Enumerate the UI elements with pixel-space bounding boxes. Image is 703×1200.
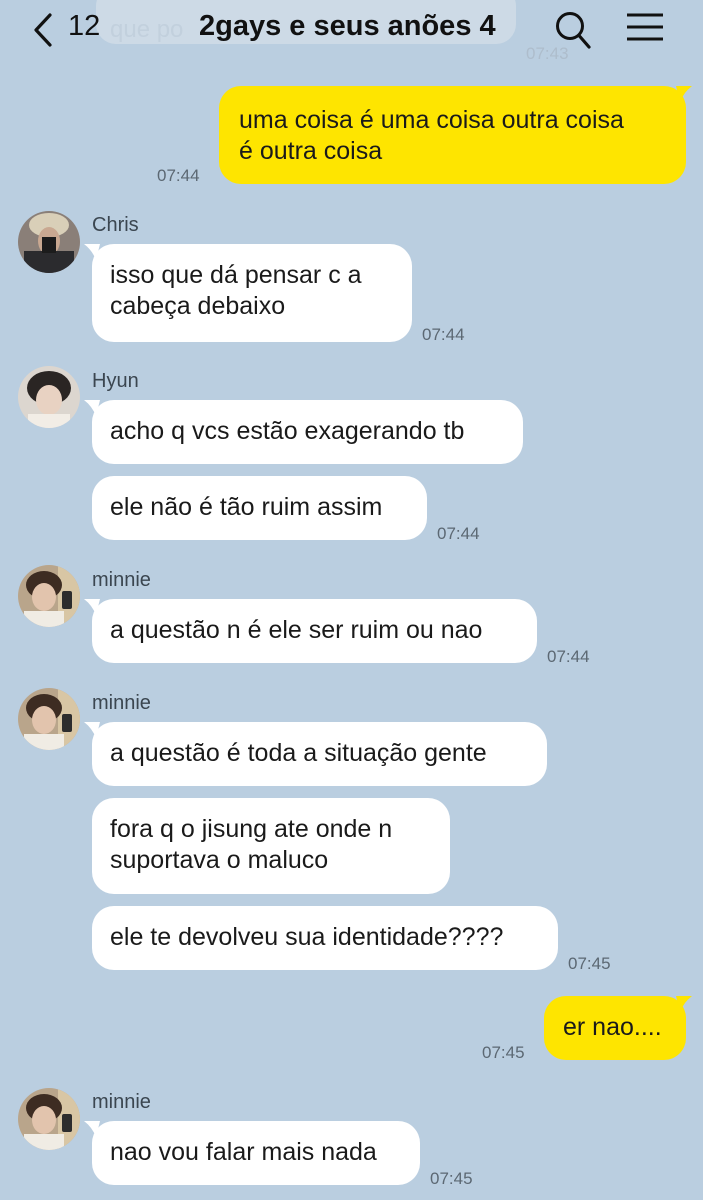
bubble-tail: [676, 996, 692, 1012]
message-time: 07:44: [422, 325, 465, 344]
my-message-bubble[interactable]: er nao....: [544, 996, 686, 1060]
message-time: 07:44: [157, 166, 200, 185]
message-line: acho q vcs estão exagerando tb: [110, 417, 465, 445]
sender-name: minnie: [92, 1091, 151, 1113]
bubble-tail: [84, 244, 100, 260]
avatar-minnie[interactable]: [18, 1088, 80, 1150]
message-bubble[interactable]: isso que dá pensar c a cabeça debaixo: [92, 244, 412, 342]
message-bubble[interactable]: fora q o jisung ate onde n suportava o m…: [92, 798, 450, 894]
message-bubble[interactable]: acho q vcs estão exagerando tb: [92, 400, 523, 464]
chat-header: que po 07:43 12 2gays e seus anões 4: [0, 0, 703, 63]
unread-count[interactable]: 12: [68, 10, 100, 43]
message-line: ele não é tão ruim assim: [110, 493, 383, 521]
message-line: isso que dá pensar c a: [110, 261, 362, 289]
avatar-hyun[interactable]: [18, 366, 80, 428]
message-bubble[interactable]: a questão n é ele ser ruim ou nao: [92, 599, 537, 663]
my-message-bubble[interactable]: uma coisa é uma coisa outra coisa é outr…: [219, 86, 686, 184]
message-time: 07:45: [430, 1169, 473, 1188]
sender-name: Hyun: [92, 370, 139, 392]
avatar-minnie[interactable]: [18, 565, 80, 627]
sender-name: minnie: [92, 692, 151, 714]
message-bubble[interactable]: a questão é toda a situação gente: [92, 722, 547, 786]
message-line: a questão é toda a situação gente: [110, 739, 487, 767]
message-line: fora q o jisung ate onde n: [110, 815, 393, 843]
back-chevron-icon[interactable]: [28, 12, 58, 48]
message-time: 07:45: [482, 1043, 525, 1062]
sender-name: Chris: [92, 214, 139, 236]
message-line: er nao....: [563, 1013, 662, 1041]
message-time: 07:44: [547, 647, 590, 666]
search-icon[interactable]: [554, 10, 592, 50]
scrolled-message-text: que po: [110, 16, 184, 43]
message-line: a questão n é ele ser ruim ou nao: [110, 616, 483, 644]
bubble-tail: [84, 599, 100, 615]
message-line: nao vou falar mais nada: [110, 1138, 377, 1166]
bubble-tail: [84, 722, 100, 738]
chat-title: 2gays e seus anões 4: [199, 10, 496, 42]
message-line: é outra coisa: [239, 137, 383, 165]
bubble-tail: [84, 400, 100, 416]
message-time: 07:44: [437, 524, 480, 543]
avatar-chris[interactable]: [18, 211, 80, 273]
bubble-tail: [676, 86, 692, 102]
avatar-minnie[interactable]: [18, 688, 80, 750]
message-line: uma coisa é uma coisa outra coisa: [239, 106, 624, 134]
message-time: 07:45: [568, 954, 611, 973]
message-line: cabeça debaixo: [110, 292, 286, 320]
menu-icon[interactable]: [626, 12, 664, 44]
message-line: suportava o maluco: [110, 846, 329, 874]
message-line: ele te devolveu sua identidade????: [110, 923, 504, 951]
message-bubble[interactable]: nao vou falar mais nada: [92, 1121, 420, 1185]
sender-name: minnie: [92, 569, 151, 591]
bubble-tail: [84, 1121, 100, 1137]
message-bubble[interactable]: ele te devolveu sua identidade????: [92, 906, 558, 970]
message-bubble[interactable]: ele não é tão ruim assim: [92, 476, 427, 540]
